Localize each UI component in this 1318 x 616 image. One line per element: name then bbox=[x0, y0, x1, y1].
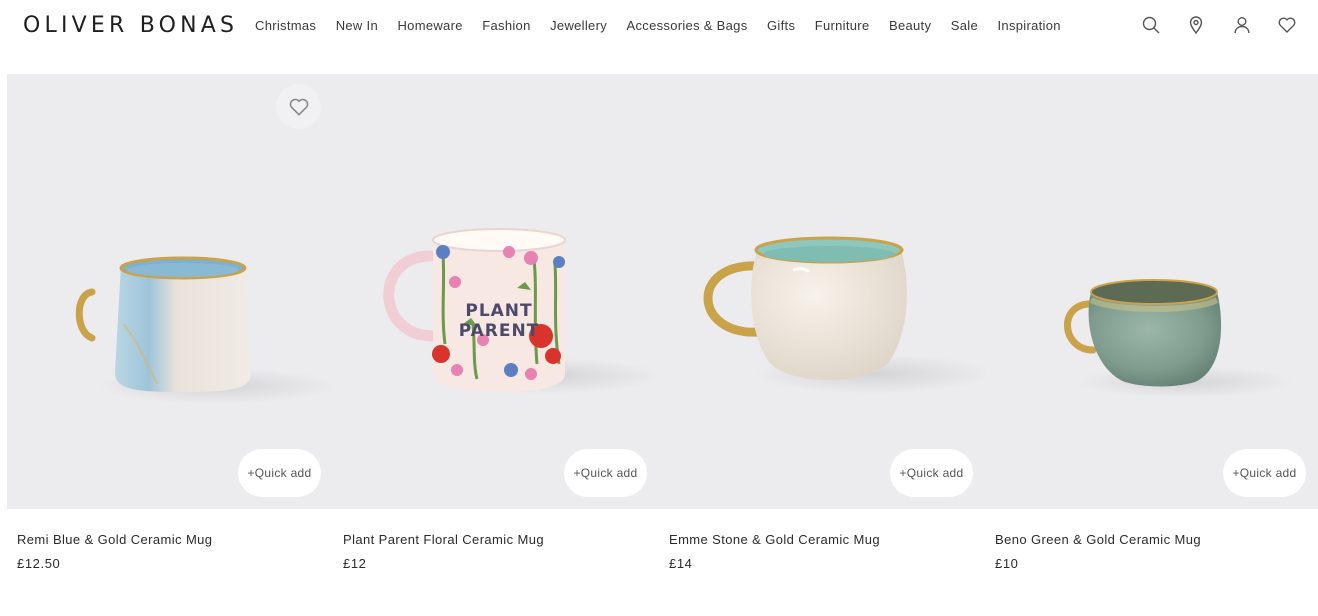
quick-add-button[interactable]: +Quick add bbox=[238, 449, 321, 497]
nav-item-jewellery[interactable]: Jewellery bbox=[550, 18, 607, 33]
brand-logo[interactable]: OLIVER BONAS bbox=[23, 13, 238, 38]
site-header: OLIVER BONAS Christmas New In Homeware F… bbox=[0, 0, 1318, 52]
main-nav: Christmas New In Homeware Fashion Jewell… bbox=[255, 18, 1080, 33]
product-image[interactable] bbox=[7, 74, 333, 509]
product-info: Emme Stone & Gold Ceramic Mug £14 bbox=[669, 532, 995, 571]
nav-item-christmas[interactable]: Christmas bbox=[255, 18, 316, 33]
nav-item-inspiration[interactable]: Inspiration bbox=[998, 18, 1061, 33]
product-grid: +Quick add PLANT PARENT +Quick add +Quic… bbox=[0, 74, 1318, 509]
nav-item-beauty[interactable]: Beauty bbox=[889, 18, 931, 33]
nav-item-fashion[interactable]: Fashion bbox=[482, 18, 530, 33]
search-icon[interactable] bbox=[1140, 14, 1162, 36]
nav-item-accessories-bags[interactable]: Accessories & Bags bbox=[627, 18, 748, 33]
product-price: £14 bbox=[669, 556, 693, 571]
product-name[interactable]: Emme Stone & Gold Ceramic Mug bbox=[669, 532, 995, 547]
wishlist-icon[interactable] bbox=[1276, 14, 1298, 36]
add-to-wishlist-button[interactable] bbox=[276, 84, 321, 129]
nav-item-furniture[interactable]: Furniture bbox=[815, 18, 870, 33]
product-price: £12.50 bbox=[17, 556, 61, 571]
quick-add-button[interactable]: +Quick add bbox=[890, 449, 973, 497]
product-image[interactable] bbox=[985, 74, 1318, 509]
nav-item-new-in[interactable]: New In bbox=[336, 18, 378, 33]
product-image[interactable]: PLANT PARENT bbox=[333, 74, 659, 509]
product-card[interactable]: +Quick add bbox=[7, 74, 333, 509]
nav-item-gifts[interactable]: Gifts bbox=[767, 18, 795, 33]
product-price: £10 bbox=[995, 556, 1019, 571]
product-info: Beno Green & Gold Ceramic Mug £10 bbox=[995, 532, 1318, 571]
nav-item-sale[interactable]: Sale bbox=[951, 18, 978, 33]
svg-text:PLANT: PLANT bbox=[465, 301, 532, 321]
product-price: £12 bbox=[343, 556, 367, 571]
account-icon[interactable] bbox=[1231, 14, 1253, 36]
product-card[interactable]: PLANT PARENT +Quick add bbox=[333, 74, 659, 509]
product-info: Plant Parent Floral Ceramic Mug £12 bbox=[343, 532, 669, 571]
product-info: Remi Blue & Gold Ceramic Mug £12.50 bbox=[17, 532, 343, 571]
product-card[interactable]: +Quick add bbox=[985, 74, 1318, 509]
product-card[interactable]: +Quick add bbox=[659, 74, 985, 509]
nav-item-homeware[interactable]: Homeware bbox=[397, 18, 462, 33]
heart-icon bbox=[289, 98, 308, 116]
header-actions bbox=[1116, 14, 1298, 36]
product-name[interactable]: Remi Blue & Gold Ceramic Mug bbox=[17, 532, 343, 547]
quick-add-button[interactable]: +Quick add bbox=[564, 449, 647, 497]
store-locator-icon[interactable] bbox=[1185, 14, 1207, 36]
product-name[interactable]: Beno Green & Gold Ceramic Mug bbox=[995, 532, 1318, 547]
product-name[interactable]: Plant Parent Floral Ceramic Mug bbox=[343, 532, 669, 547]
quick-add-button[interactable]: +Quick add bbox=[1223, 449, 1306, 497]
svg-text:PARENT: PARENT bbox=[459, 321, 540, 341]
product-image[interactable] bbox=[659, 74, 985, 509]
